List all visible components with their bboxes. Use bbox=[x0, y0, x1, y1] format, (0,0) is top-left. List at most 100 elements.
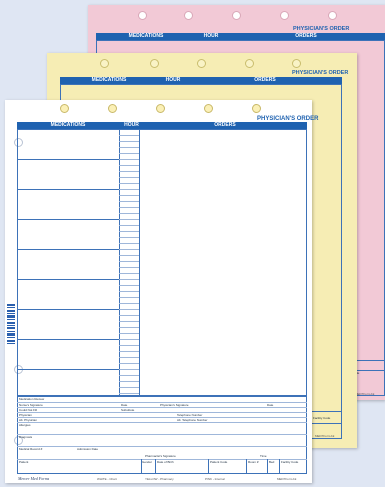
binder-hole-icon bbox=[156, 104, 165, 113]
medication-row-divider bbox=[17, 369, 119, 370]
hour-row-line bbox=[119, 261, 139, 262]
hour-row-line bbox=[119, 339, 139, 340]
yellow-header-bar: MEDICATIONS HOUR ORDERS bbox=[60, 77, 342, 84]
hour-row-line bbox=[119, 393, 139, 394]
pink-form-title: PHYSICIAN'S ORDER bbox=[293, 26, 350, 32]
hour-row-line bbox=[119, 255, 139, 256]
yellow-col-medications: MEDICATIONS bbox=[91, 77, 127, 83]
hour-row-line bbox=[119, 327, 139, 328]
pink-header-bar: MEDICATIONS HOUR ORDERS bbox=[96, 33, 385, 40]
medication-row-divider bbox=[17, 159, 119, 160]
hour-row-line bbox=[119, 369, 139, 370]
hour-row-line bbox=[119, 303, 139, 304]
hour-row-line bbox=[119, 243, 139, 244]
binder-hole-icon bbox=[232, 11, 241, 20]
hour-row-line bbox=[119, 189, 139, 190]
medication-row-divider bbox=[17, 309, 119, 310]
hour-row-line bbox=[119, 321, 139, 322]
yellow-form-number: MED7Form.bk bbox=[315, 434, 335, 438]
pink-col-hour: HOUR bbox=[203, 33, 219, 39]
hour-row-line bbox=[119, 159, 139, 160]
medication-row-divider bbox=[17, 219, 119, 220]
yellow-footer-line bbox=[307, 411, 342, 412]
hour-row-line bbox=[119, 375, 139, 376]
form-grid-frame bbox=[17, 129, 307, 396]
footer-col-divider bbox=[208, 459, 209, 474]
hour-row-line bbox=[119, 219, 139, 220]
yellow-copy-label: YELLOW - Pharmacy bbox=[145, 477, 174, 481]
form-number: MED7Form.bk bbox=[277, 477, 297, 481]
hour-row-line bbox=[119, 135, 139, 136]
time-label: Time bbox=[260, 454, 267, 458]
allergies-label: Allergies bbox=[19, 423, 31, 427]
binder-hole-icon bbox=[280, 11, 289, 20]
hour-row-line bbox=[119, 165, 139, 166]
footer-row-line bbox=[17, 446, 307, 447]
hour-row-line bbox=[119, 273, 139, 274]
col-medications-header: MEDICATIONS bbox=[50, 122, 86, 128]
hour-row-line bbox=[119, 183, 139, 184]
binder-hole-icon bbox=[100, 59, 109, 68]
hour-row-line bbox=[119, 177, 139, 178]
hour-row-line bbox=[119, 357, 139, 358]
footer-row-line bbox=[17, 412, 307, 413]
medication-row-divider bbox=[17, 339, 119, 340]
barcode-icon bbox=[7, 304, 15, 344]
date-of-birth-label: Date of Birth bbox=[157, 460, 174, 464]
facility-code-label: Facility Code bbox=[281, 460, 299, 464]
footer-col-divider bbox=[141, 459, 142, 474]
hour-row-line bbox=[119, 291, 139, 292]
patient-code-label: Patient Code bbox=[210, 460, 228, 464]
hour-row-line bbox=[119, 237, 139, 238]
hour-row-line bbox=[119, 267, 139, 268]
pink-col-orders: ORDERS bbox=[295, 33, 317, 39]
medication-row-divider bbox=[17, 189, 119, 190]
pink-copy-label: PINK - Internal bbox=[205, 477, 225, 481]
hour-row-line bbox=[119, 141, 139, 142]
binder-hole-icon bbox=[197, 59, 206, 68]
admission-date-label: Admission Date bbox=[77, 447, 99, 451]
binder-hole-icon bbox=[138, 11, 147, 20]
hour-column-divider bbox=[139, 129, 140, 396]
white-copy-sheet: PHYSICIAN'S ORDER MEDICATIONS HOUR ORDER… bbox=[5, 100, 318, 483]
hour-row-line bbox=[119, 153, 139, 154]
binder-hole-icon bbox=[204, 104, 213, 113]
hour-row-line bbox=[119, 171, 139, 172]
binder-hole-icon bbox=[252, 104, 261, 113]
binder-hole-icon bbox=[245, 59, 254, 68]
footer-row-line bbox=[17, 434, 307, 435]
hour-row-line bbox=[119, 195, 139, 196]
diagnosis-label: Diagnosis bbox=[19, 435, 33, 439]
hour-row-line bbox=[119, 309, 139, 310]
hour-row-line bbox=[119, 315, 139, 316]
bed-label: Bed bbox=[269, 460, 275, 464]
yellow-col-orders: ORDERS bbox=[254, 77, 276, 83]
yellow-col-hour: HOUR bbox=[165, 77, 181, 83]
pink-form-number: MED7Form.bk bbox=[355, 392, 375, 396]
binder-hole-icon bbox=[292, 59, 301, 68]
medical-record-label: Medical Record # bbox=[19, 447, 43, 451]
brand-logo: Mercer Med Forms bbox=[18, 476, 50, 481]
binder-hole-icon bbox=[184, 11, 193, 20]
medication-row-divider bbox=[17, 279, 119, 280]
room-label: Room # bbox=[248, 460, 259, 464]
medication-review-label: Medication Review bbox=[19, 397, 45, 401]
pink-col-medications: MEDICATIONS bbox=[128, 33, 164, 39]
medication-row-divider bbox=[17, 249, 119, 250]
hour-row-line bbox=[119, 381, 139, 382]
binder-hole-icon bbox=[328, 11, 337, 20]
white-copy-label: WHITE - Chart bbox=[97, 477, 117, 481]
footer-col-divider bbox=[155, 459, 156, 474]
medications-column-divider bbox=[119, 129, 120, 396]
form-header-bar: MEDICATIONS HOUR ORDERS bbox=[17, 122, 307, 129]
hour-row-line bbox=[119, 297, 139, 298]
hour-row-line bbox=[119, 207, 139, 208]
hour-row-line bbox=[119, 201, 139, 202]
hour-row-line bbox=[119, 285, 139, 286]
hour-row-line bbox=[119, 279, 139, 280]
binder-hole-icon bbox=[60, 104, 69, 113]
col-orders-header: ORDERS bbox=[214, 122, 236, 128]
hour-row-line bbox=[119, 363, 139, 364]
footer-col-divider bbox=[279, 459, 280, 474]
yellow-facility-code-label: Facility Code bbox=[313, 416, 331, 420]
